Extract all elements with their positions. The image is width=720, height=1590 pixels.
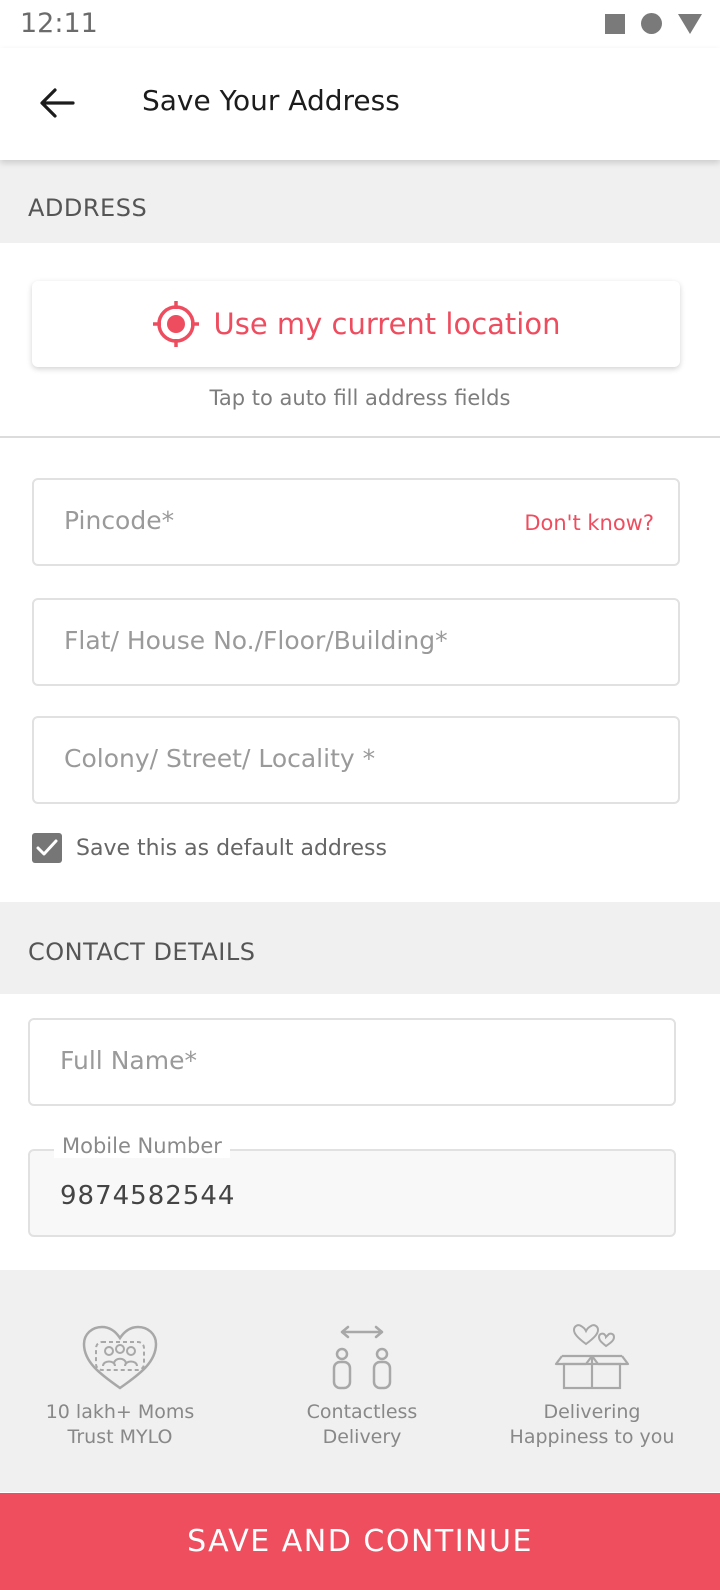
- status-icons: [605, 13, 702, 34]
- address-section-header: ADDRESS: [0, 160, 720, 243]
- flat-house-field[interactable]: Flat/ House No./Floor/Building*: [32, 598, 680, 686]
- save-and-continue-label: SAVE AND CONTINUE: [187, 1524, 533, 1559]
- trust-badge-moms: 10 lakh+ Moms Trust MYLO: [0, 1324, 240, 1450]
- stop-square-icon: [605, 13, 625, 34]
- use-current-location-button[interactable]: Use my current location: [32, 281, 680, 367]
- flat-house-placeholder: Flat/ House No./Floor/Building*: [64, 626, 448, 655]
- divider: [0, 436, 720, 438]
- page-title: Save Your Address: [142, 84, 400, 117]
- trust-badges: 10 lakh+ Moms Trust MYLO Contactless Del…: [0, 1270, 720, 1492]
- colony-street-field[interactable]: Colony/ Street/ Locality *: [32, 716, 680, 804]
- arrow-left-icon: [40, 88, 75, 118]
- trust-badge-happiness-line2: Happiness to you: [509, 1426, 675, 1448]
- default-address-label: Save this as default address: [76, 835, 387, 861]
- trust-badge-happiness: Delivering Happiness to you: [472, 1324, 712, 1450]
- pincode-field[interactable]: Pincode* Don't know?: [32, 478, 680, 566]
- checkmark-icon: [36, 839, 58, 856]
- target-location-icon: [152, 301, 199, 347]
- status-time: 12:11: [20, 8, 98, 39]
- trust-badge-contactless: Contactless Delivery: [242, 1324, 482, 1450]
- contact-section-header: CONTACT DETAILS: [0, 902, 720, 994]
- default-address-checkbox[interactable]: [32, 833, 62, 863]
- app-bar: Save Your Address: [0, 48, 720, 160]
- trust-badge-happiness-line1: Delivering: [543, 1401, 641, 1423]
- home-circle-icon: [641, 13, 662, 34]
- default-address-checkbox-row[interactable]: Save this as default address: [32, 833, 387, 863]
- dont-know-pincode-link[interactable]: Don't know?: [524, 511, 654, 535]
- pincode-placeholder: Pincode*: [64, 506, 175, 535]
- use-location-label: Use my current location: [213, 307, 561, 341]
- trust-badge-moms-line1: 10 lakh+ Moms: [45, 1401, 195, 1423]
- trust-badge-contactless-line1: Contactless: [306, 1401, 418, 1423]
- contactless-delivery-icon: [332, 1325, 392, 1390]
- trust-badge-moms-line2: Trust MYLO: [67, 1426, 173, 1448]
- trust-badge-contactless-line2: Delivery: [322, 1426, 402, 1448]
- colony-street-placeholder: Colony/ Street/ Locality *: [64, 744, 376, 773]
- status-bar: 12:11: [0, 0, 720, 48]
- use-location-hint: Tap to auto fill address fields: [209, 386, 511, 410]
- back-button[interactable]: [32, 78, 82, 128]
- mobile-number-label: Mobile Number: [54, 1134, 230, 1158]
- back-triangle-icon: [678, 13, 702, 34]
- gift-box-hearts-icon: [554, 1324, 630, 1390]
- full-name-field[interactable]: Full Name*: [28, 1018, 676, 1106]
- address-section-title: ADDRESS: [28, 194, 148, 222]
- save-and-continue-button[interactable]: SAVE AND CONTINUE: [0, 1493, 720, 1590]
- mobile-number-field[interactable]: Mobile Number 9874582544: [28, 1134, 676, 1237]
- heart-family-icon: [82, 1325, 158, 1390]
- contact-section-title: CONTACT DETAILS: [28, 938, 256, 966]
- mobile-number-value[interactable]: 9874582544: [60, 1181, 235, 1211]
- full-name-placeholder: Full Name*: [60, 1046, 197, 1075]
